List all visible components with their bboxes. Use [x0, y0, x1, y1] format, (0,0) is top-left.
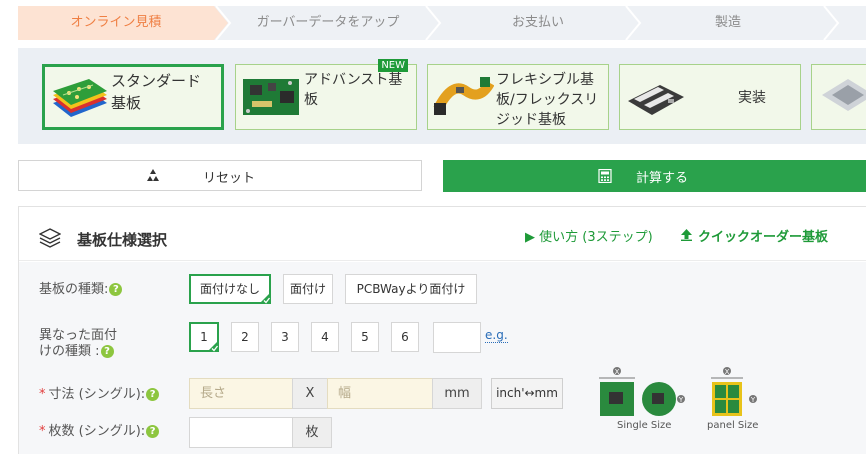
variant-option-2[interactable]: 2: [231, 322, 259, 352]
calculator-icon: [598, 168, 612, 184]
how-to-link[interactable]: ▶ 使い方 (3ステップ): [525, 226, 653, 245]
quick-order-link[interactable]: クイックオーダー基板: [681, 226, 828, 245]
panel-size-caption: panel Size: [707, 420, 759, 431]
new-badge: NEW: [378, 59, 408, 72]
assembly-image: [624, 71, 686, 121]
variant-option-1[interactable]: 1: [189, 322, 219, 352]
svg-text:Y: Y: [678, 396, 684, 404]
upload-arrow-icon: [681, 229, 692, 245]
variant-option-6[interactable]: 6: [391, 322, 419, 352]
order-steps: オンライン見積 ガーバーデータをアップ お支払い 製造: [18, 6, 866, 40]
flex-pcb-image: [432, 71, 495, 121]
tile-advanced-pcb[interactable]: アドバンスト基板 NEW: [235, 59, 417, 130]
panel-title: 基板仕様選択: [77, 231, 168, 249]
tile-label: スタンダード基板: [111, 72, 202, 112]
option-no-panelization[interactable]: 面付けなし: [189, 274, 271, 304]
reset-label: リセット: [203, 171, 256, 186]
variant-option-3[interactable]: 3: [271, 322, 299, 352]
tile-label: 実装: [738, 90, 766, 106]
step-manufacturing: 製造: [714, 15, 741, 30]
single-size-diagram: X Y: [597, 366, 687, 420]
option-panel-by-pcbway[interactable]: PCBWayより面付け: [345, 274, 477, 304]
product-tiles: スタンダード基板 アドバンスト基板 NEW フレキシブル基板/フレックスリジッド…: [18, 48, 866, 144]
check-icon: [259, 292, 271, 304]
variant-option-5[interactable]: 5: [351, 322, 379, 352]
svg-text:Y: Y: [750, 396, 756, 404]
unit-toggle-button[interactable]: inch'↔mm: [491, 378, 563, 409]
tile-assembly[interactable]: 実装: [619, 64, 801, 130]
reset-button[interactable]: リセット: [18, 160, 422, 191]
layers-icon: [38, 228, 62, 248]
quantity-unit: 枚: [292, 417, 332, 448]
unit-mm-label: mm: [432, 378, 482, 409]
variant-custom-input[interactable]: [433, 322, 481, 353]
tile-standard-pcb[interactable]: スタンダード基板: [42, 64, 224, 130]
single-size-caption: Single Size: [617, 420, 672, 431]
board-type-label: 基板の種類:?: [39, 282, 123, 298]
variant-option-4[interactable]: 4: [311, 322, 339, 352]
panel-body: 基板の種類:? 面付けなし 面付け PCBWayより面付け 異なった面付 けの種…: [19, 262, 866, 454]
calculate-button[interactable]: 計算する: [443, 160, 866, 192]
check-icon: [207, 340, 219, 352]
quantity-label: * 枚数 (シングル):?: [39, 424, 160, 440]
step-separator-icon: [822, 6, 840, 40]
help-icon[interactable]: ?: [109, 283, 123, 296]
pcb-spec-panel: 基板仕様選択 ▶ 使い方 (3ステップ) クイックオーダー基板 基板の種類:? …: [18, 206, 866, 454]
size-label: * 寸法 (シングル):?: [39, 387, 160, 403]
svg-text:X: X: [725, 368, 730, 376]
panel-variants-label: 異なった面付 けの種類 :?: [39, 328, 118, 359]
help-icon[interactable]: ?: [146, 425, 160, 438]
tile-stencil[interactable]: [811, 64, 866, 130]
panel-header: 基板仕様選択 ▶ 使い方 (3ステップ) クイックオーダー基板: [19, 207, 866, 261]
quantity-input[interactable]: [189, 417, 293, 448]
tile-label: アドバンスト基板: [304, 72, 403, 108]
option-panelization[interactable]: 面付け: [283, 274, 333, 304]
example-link[interactable]: e.g.: [485, 328, 508, 343]
calculate-label: 計算する: [636, 171, 689, 186]
stencil-image: [816, 71, 866, 121]
advanced-pcb-image: [240, 71, 302, 121]
panel-size-diagram: X Y: [707, 366, 761, 420]
step-upload-gerber: ガーバーデータをアップ: [256, 15, 400, 30]
help-icon[interactable]: ?: [100, 345, 114, 358]
svg-text:X: X: [615, 368, 620, 376]
help-icon[interactable]: ?: [146, 388, 160, 401]
step-payment: お支払い: [511, 15, 564, 30]
tile-flex-pcb[interactable]: フレキシブル基板/フレックスリジッド基板: [427, 64, 609, 130]
tile-label: フレキシブル基板/フレックスリジッド基板: [496, 72, 599, 128]
step-online-quote: オンライン見積: [18, 6, 214, 40]
width-input[interactable]: 幅: [327, 378, 433, 409]
dimension-separator: X: [292, 378, 328, 409]
standard-pcb-image: [49, 73, 111, 123]
length-input[interactable]: 長さ: [189, 378, 293, 409]
recycle-icon: [145, 168, 161, 184]
